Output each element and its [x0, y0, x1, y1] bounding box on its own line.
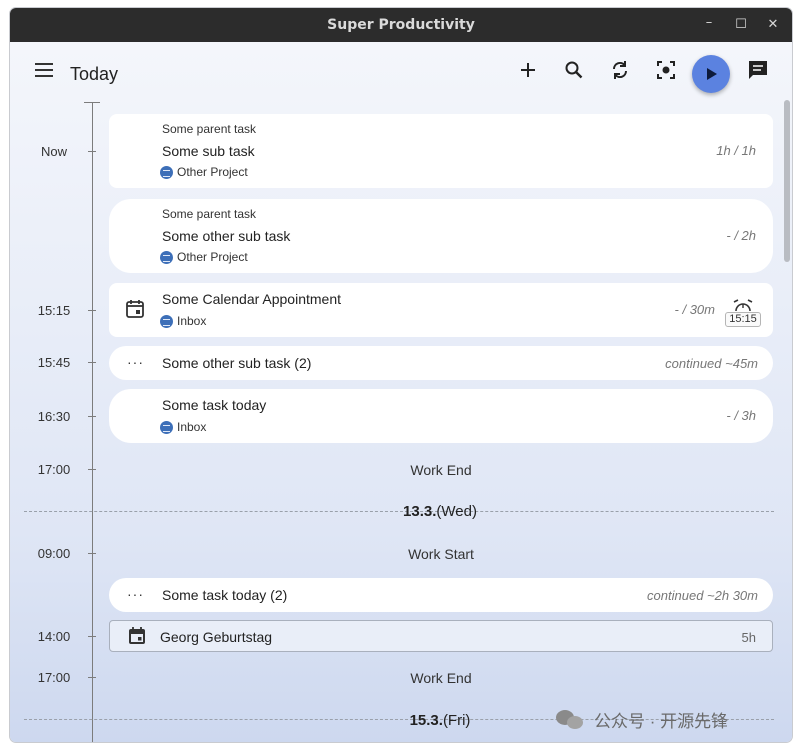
more-icon: ···	[127, 586, 144, 602]
day-label: 15.3.(Fri)	[340, 712, 540, 729]
add-task-icon[interactable]	[514, 56, 542, 84]
tick	[88, 677, 96, 678]
project-icon	[160, 314, 173, 328]
continued-task-card[interactable]: ··· Some task today (2) continued ~2h 30…	[109, 578, 773, 612]
continued-label: continued ~2h 30m	[647, 588, 758, 603]
day-label: 13.3.(Wed)	[340, 503, 540, 520]
project-icon	[160, 165, 173, 179]
reminder-time: 15:15	[725, 312, 761, 327]
task-title: Some Calendar Appointment	[162, 291, 341, 307]
menu-icon[interactable]	[32, 58, 56, 82]
tick	[88, 310, 96, 311]
task-title: Some other sub task	[162, 228, 291, 244]
continued-task-card[interactable]: ··· Some other sub task (2) continued ~4…	[109, 346, 773, 380]
tick	[88, 469, 96, 470]
more-icon: ···	[127, 354, 144, 370]
tick	[88, 151, 96, 152]
project-icon	[160, 250, 173, 264]
day-weekday: (Fri)	[442, 712, 471, 729]
task-title: Georg Geburtstag	[160, 629, 273, 645]
watermark-text: 公众号 · 开源先锋	[594, 711, 729, 731]
time-label: 17:00	[37, 670, 71, 685]
time-estimate: - / 3h	[726, 408, 756, 423]
day-date: 13.3.	[403, 503, 437, 520]
watermark: 公众号 · 开源先锋	[556, 706, 728, 732]
work-start-label: Work Start	[408, 546, 474, 562]
title-bar: Super Productivity – ☐ ✕	[10, 8, 792, 42]
task-title: Some task today	[162, 397, 267, 413]
tick	[88, 636, 96, 637]
minimize-button[interactable]: –	[700, 14, 718, 32]
tick	[88, 416, 96, 417]
close-button[interactable]: ✕	[764, 16, 782, 34]
main-area: Today Now 15:15 15:45 16:30 17:00 09:00 …	[10, 42, 792, 742]
time-label: 15:45	[37, 355, 71, 370]
time-label-now: Now	[40, 144, 67, 159]
time-label: 14:00	[37, 629, 71, 644]
parent-task-title: Some parent task	[162, 122, 257, 136]
sync-icon[interactable]	[606, 56, 634, 84]
project-name: Other Project	[177, 165, 248, 179]
tick	[88, 553, 96, 554]
work-end-label: Work End	[410, 670, 472, 686]
search-icon[interactable]	[560, 56, 588, 84]
maximize-button[interactable]: ☐	[732, 16, 750, 34]
project-name: Other Project	[177, 250, 248, 264]
reminder[interactable]: 15:15	[725, 298, 761, 328]
project-name: Inbox	[177, 314, 207, 328]
time-label: 17:00	[37, 462, 71, 477]
project-name: Inbox	[177, 420, 207, 434]
tick	[88, 362, 96, 363]
day-weekday: (Wed)	[436, 503, 477, 520]
page-title: Today	[70, 64, 119, 84]
time-estimate: 1h / 1h	[716, 143, 756, 158]
play-button[interactable]	[692, 55, 730, 93]
time-estimate: 5h	[741, 630, 756, 645]
toolbar: Today	[10, 42, 792, 100]
time-estimate: - / 2h	[726, 228, 756, 243]
window-title: Super Productivity	[327, 17, 475, 33]
calendar-icon	[124, 298, 146, 325]
time-label: 16:30	[37, 409, 71, 424]
continued-label: continued ~45m	[665, 356, 758, 371]
parent-task-title: Some parent task	[162, 207, 257, 221]
play-icon	[707, 68, 717, 80]
notes-icon[interactable]	[744, 56, 772, 84]
project-tag[interactable]: Inbox	[160, 420, 206, 434]
timeline-axis	[92, 102, 93, 742]
project-tag[interactable]: Other Project	[160, 250, 248, 264]
task-card[interactable]: Some task today Inbox - / 3h	[109, 389, 773, 443]
task-title: Some other sub task (2)	[162, 355, 312, 371]
project-tag[interactable]: Inbox	[160, 314, 206, 328]
task-title: Some sub task	[162, 143, 255, 159]
focus-mode-icon[interactable]	[652, 56, 680, 84]
task-title: Some task today (2)	[162, 587, 288, 603]
calendar-event-card[interactable]: Georg Geburtstag 5h	[109, 620, 773, 652]
time-label: 15:15	[37, 303, 71, 318]
time-label: 09:00	[37, 546, 71, 561]
time-estimate: - / 30m	[674, 302, 715, 317]
alarm-icon	[733, 299, 753, 312]
app-window: Super Productivity – ☐ ✕ Today Now 15:15…	[10, 8, 792, 742]
task-card[interactable]: Some parent task Some other sub task Oth…	[109, 199, 773, 273]
wechat-icon	[556, 708, 586, 730]
project-icon	[160, 420, 173, 434]
timeline-top-tick	[84, 102, 100, 103]
calendar-appointment-card[interactable]: Some Calendar Appointment Inbox - / 30m …	[109, 283, 773, 337]
work-end-label: Work End	[410, 462, 472, 478]
calendar-event-icon	[126, 625, 148, 652]
task-card[interactable]: Some parent task Some sub task Other Pro…	[109, 114, 773, 188]
project-tag[interactable]: Other Project	[160, 165, 248, 179]
scroll-thumb[interactable]	[784, 100, 790, 262]
day-date: 15.3.	[409, 712, 443, 729]
scrollbar[interactable]	[784, 100, 790, 742]
